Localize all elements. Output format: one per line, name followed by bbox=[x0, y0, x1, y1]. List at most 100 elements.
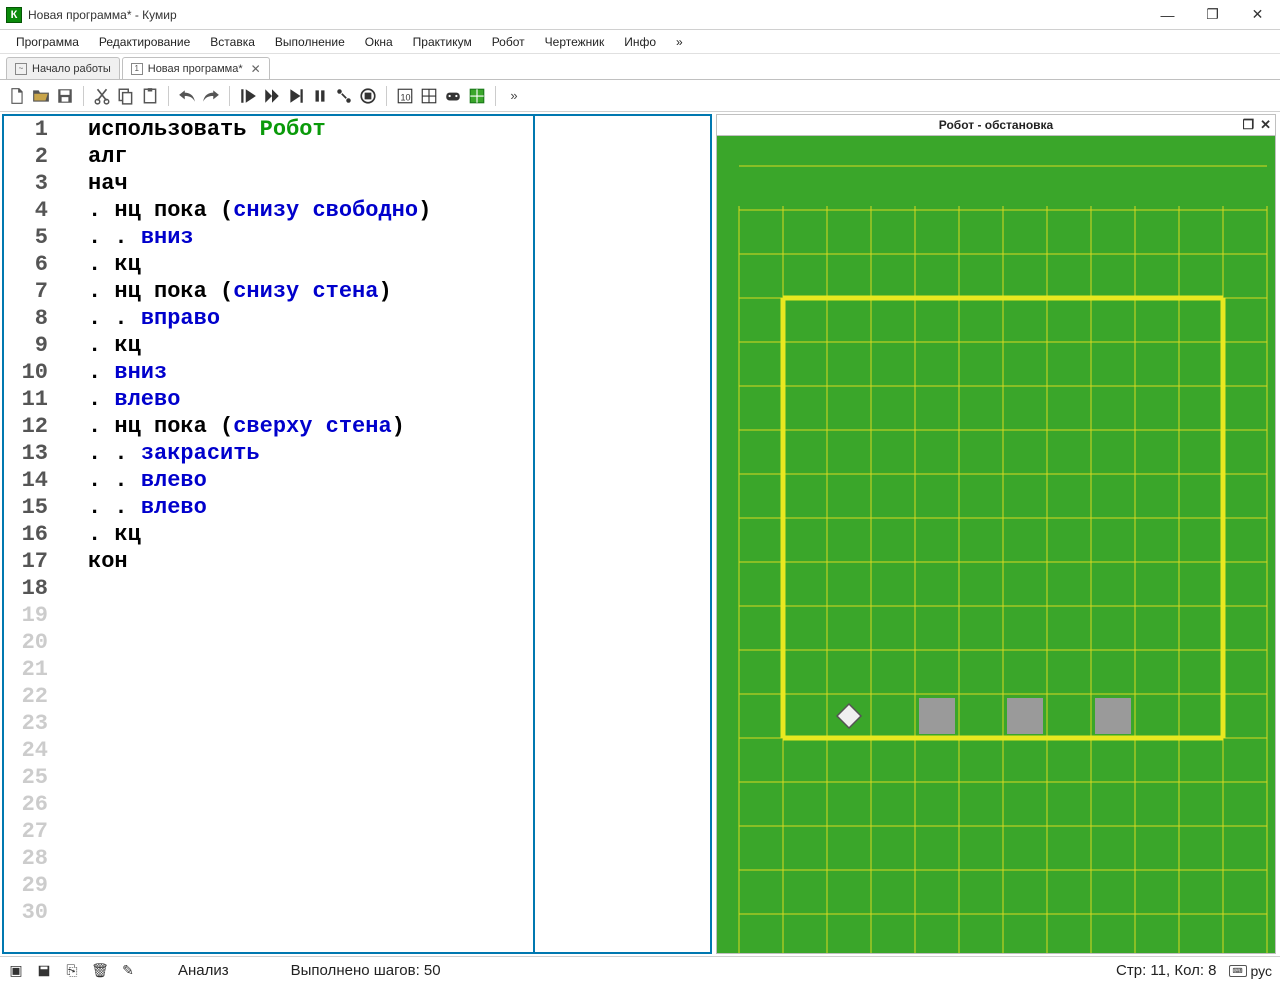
copy-button[interactable] bbox=[115, 85, 137, 107]
code-line[interactable]: . нц пока (снизу свободно) bbox=[88, 197, 533, 224]
code-line[interactable]: . вниз bbox=[88, 359, 533, 386]
stop-button[interactable] bbox=[357, 85, 379, 107]
menu-item-инфо[interactable]: Инфо bbox=[614, 32, 666, 52]
line-number: 4 bbox=[4, 197, 48, 224]
maximize-button[interactable]: ❐ bbox=[1190, 0, 1235, 29]
code-line[interactable]: . . вправо bbox=[88, 305, 533, 332]
tab-icon: ~ bbox=[15, 63, 27, 75]
line-number: 24 bbox=[4, 737, 48, 764]
menu-item-окна[interactable]: Окна bbox=[355, 32, 403, 52]
code-area[interactable]: использовать Роботалгнач. нц пока (снизу… bbox=[54, 116, 710, 952]
cut-button[interactable] bbox=[91, 85, 113, 107]
keyboard-icon: ⌨ bbox=[1229, 965, 1247, 977]
line-number: 10 bbox=[4, 359, 48, 386]
menu-item-робот[interactable]: Робот bbox=[482, 32, 535, 52]
window-title: Новая программа* - Кумир bbox=[28, 8, 1145, 22]
new-file-button[interactable] bbox=[6, 85, 28, 107]
status-steps: Выполнено шагов: 50 bbox=[291, 962, 441, 979]
code-line[interactable]: нач bbox=[88, 170, 533, 197]
tab-label: Новая программа* bbox=[148, 63, 243, 75]
save-button[interactable] bbox=[54, 85, 76, 107]
window-controls: — ❐ ✕ bbox=[1145, 0, 1280, 29]
editor-pane: 1234567891011121314151617181920212223242… bbox=[2, 114, 712, 954]
code-line[interactable]: . влево bbox=[88, 386, 533, 413]
line-number: 26 bbox=[4, 791, 48, 818]
tab[interactable]: ~ Начало работы bbox=[6, 57, 120, 79]
line-number: 20 bbox=[4, 629, 48, 656]
line-number: 17 bbox=[4, 548, 48, 575]
sb-icon-window[interactable]: ▣ bbox=[8, 963, 24, 979]
line-number: 7 bbox=[4, 278, 48, 305]
line-number: 21 bbox=[4, 656, 48, 683]
run-button[interactable] bbox=[237, 85, 259, 107]
sb-icon-save[interactable] bbox=[36, 963, 52, 979]
menu-item-чертежник[interactable]: Чертежник bbox=[535, 32, 615, 52]
run-fast-button[interactable] bbox=[261, 85, 283, 107]
redo-button[interactable] bbox=[200, 85, 222, 107]
line-number: 2 bbox=[4, 143, 48, 170]
code-line[interactable]: . кц bbox=[88, 251, 533, 278]
menu-item-вставка[interactable]: Вставка bbox=[200, 32, 265, 52]
sb-icon-edit[interactable]: ✎ bbox=[120, 963, 136, 979]
toolbar: 10 » bbox=[0, 80, 1280, 112]
code-line[interactable]: . нц пока (снизу стена) bbox=[88, 278, 533, 305]
status-language-label: рус bbox=[1251, 963, 1272, 979]
robot-panel-close-icon[interactable]: ✕ bbox=[1260, 117, 1271, 133]
grid-button[interactable] bbox=[418, 85, 440, 107]
undo-button[interactable] bbox=[176, 85, 198, 107]
step-into-button[interactable] bbox=[333, 85, 355, 107]
app-icon: К bbox=[6, 7, 22, 23]
menu-item-редактирование[interactable]: Редактирование bbox=[89, 32, 200, 52]
code-line[interactable]: . кц bbox=[88, 521, 533, 548]
grid-numbered-button[interactable]: 10 bbox=[394, 85, 416, 107]
controller-button[interactable] bbox=[442, 85, 464, 107]
line-number: 23 bbox=[4, 710, 48, 737]
menu-item-»[interactable]: » bbox=[666, 32, 693, 52]
tab-close-icon[interactable]: ✕ bbox=[251, 62, 261, 76]
line-number: 9 bbox=[4, 332, 48, 359]
step-button[interactable] bbox=[285, 85, 307, 107]
main-area: 1234567891011121314151617181920212223242… bbox=[0, 112, 1280, 956]
menu-item-практикум[interactable]: Практикум bbox=[403, 32, 482, 52]
code-line[interactable]: . нц пока (сверху стена) bbox=[88, 413, 533, 440]
code-line[interactable]: . . влево bbox=[88, 467, 533, 494]
line-number: 22 bbox=[4, 683, 48, 710]
status-analysis: Анализ bbox=[178, 962, 229, 979]
code-line[interactable]: . . закрасить bbox=[88, 440, 533, 467]
grid-green-button[interactable] bbox=[466, 85, 488, 107]
line-number: 11 bbox=[4, 386, 48, 413]
sb-icon-trash[interactable]: 🗑 bbox=[92, 963, 108, 979]
robot-panel-title: Робот - обстановка ❐ ✕ bbox=[716, 114, 1276, 136]
titlebar: К Новая программа* - Кумир — ❐ ✕ bbox=[0, 0, 1280, 30]
code-line[interactable]: . кц bbox=[88, 332, 533, 359]
code-line[interactable] bbox=[88, 575, 533, 602]
paste-button[interactable] bbox=[139, 85, 161, 107]
code-line[interactable]: . . вниз bbox=[88, 224, 533, 251]
pause-button[interactable] bbox=[309, 85, 331, 107]
close-button[interactable]: ✕ bbox=[1235, 0, 1280, 29]
code-line[interactable]: алг bbox=[88, 143, 533, 170]
open-file-button[interactable] bbox=[30, 85, 52, 107]
tab[interactable]: 1Новая программа*✕ bbox=[122, 57, 270, 79]
minimize-button[interactable]: — bbox=[1145, 0, 1190, 29]
status-language[interactable]: ⌨ рус bbox=[1229, 963, 1272, 979]
code-text[interactable]: использовать Роботалгнач. нц пока (снизу… bbox=[84, 116, 535, 952]
tabbar: ~Начало работы1Новая программа*✕ bbox=[0, 54, 1280, 80]
robot-canvas[interactable] bbox=[716, 136, 1276, 954]
line-number: 28 bbox=[4, 845, 48, 872]
sb-icon-copy[interactable]: ⎘ bbox=[64, 963, 80, 979]
code-line[interactable]: кон bbox=[88, 548, 533, 575]
code-line[interactable]: . . влево bbox=[88, 494, 533, 521]
toolbar-more-button[interactable]: » bbox=[503, 85, 525, 107]
tab-label: Начало работы bbox=[32, 63, 111, 75]
code-line[interactable]: использовать Робот bbox=[88, 116, 533, 143]
status-cursor-pos: Стр: 11, Кол: 8 bbox=[1116, 962, 1216, 979]
line-number: 14 bbox=[4, 467, 48, 494]
line-number-gutter: 1234567891011121314151617181920212223242… bbox=[4, 116, 54, 952]
robot-panel: Робот - обстановка ❐ ✕ bbox=[716, 114, 1276, 954]
robot-marker bbox=[837, 704, 861, 728]
robot-panel-maximize-icon[interactable]: ❐ bbox=[1242, 117, 1254, 133]
menu-item-программа[interactable]: Программа bbox=[6, 32, 89, 52]
menu-item-выполнение[interactable]: Выполнение bbox=[265, 32, 355, 52]
line-number: 13 bbox=[4, 440, 48, 467]
